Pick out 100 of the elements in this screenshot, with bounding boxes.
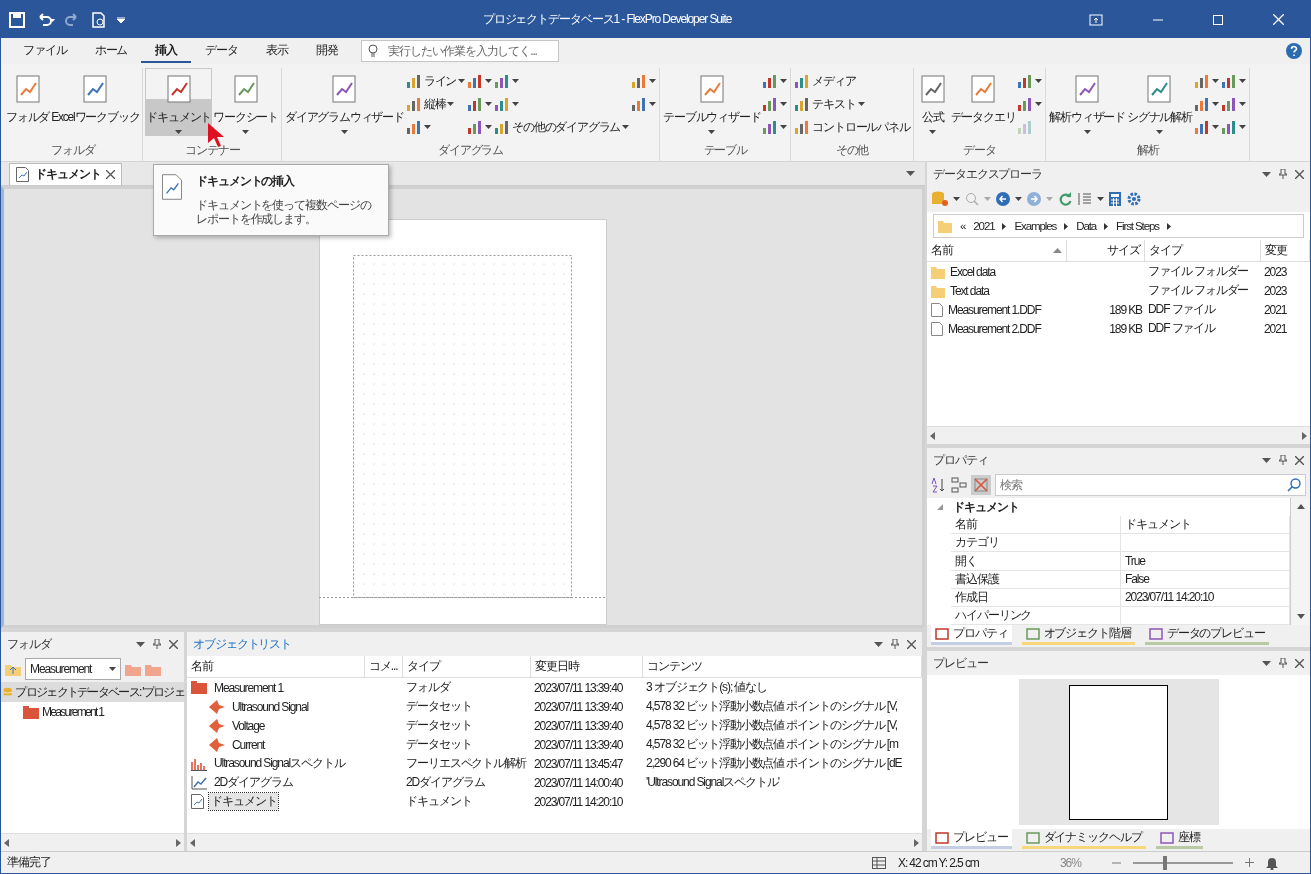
file-name[interactable]: Excel data: [950, 264, 996, 279]
pin-icon[interactable]: [1279, 658, 1287, 668]
back-icon[interactable]: [995, 191, 1011, 207]
ribbon-button[interactable]: シグナル解析: [1126, 68, 1193, 136]
dropdown-icon[interactable]: [874, 641, 883, 647]
file-name[interactable]: Measurement 2.DDF: [948, 321, 1041, 336]
close-icon[interactable]: [169, 639, 178, 649]
column-header[interactable]: 変更: [1261, 240, 1310, 262]
ribbon-button[interactable]: ワークシート: [212, 68, 279, 136]
menu-tab[interactable]: 挿入: [141, 39, 192, 63]
object-name[interactable]: Current: [230, 737, 267, 752]
pin-icon[interactable]: [1279, 455, 1287, 465]
pin-icon[interactable]: [153, 639, 161, 649]
close-icon[interactable]: [1295, 455, 1304, 465]
pane-tab[interactable]: ダイナミックヘルプ: [1021, 829, 1146, 849]
object-name[interactable]: Ultrasound Signal: [230, 699, 311, 714]
column-header[interactable]: タイプ: [403, 656, 531, 678]
ribbon-button[interactable]: ドキュメント: [145, 68, 213, 136]
search-field[interactable]: 実行したい作業を入力してく...: [361, 40, 560, 62]
pin-icon[interactable]: [1279, 169, 1287, 179]
collapse-icon[interactable]: [937, 504, 943, 511]
pane-tab[interactable]: プレビュー: [931, 829, 1012, 849]
column-header[interactable]: タイプ: [1145, 240, 1261, 262]
menu-tab[interactable]: 表示: [251, 39, 302, 63]
scroll-left-icon[interactable]: [930, 431, 935, 440]
column-header[interactable]: 変更日時: [531, 656, 643, 678]
column-header[interactable]: コメ...: [365, 656, 403, 678]
breadcrumb-item[interactable]: First Steps: [1116, 220, 1159, 232]
close-icon[interactable]: [907, 639, 916, 649]
zoom-in-icon[interactable]: [1245, 858, 1254, 867]
file-name[interactable]: Text data: [950, 283, 989, 298]
ribbon-button[interactable]: ダイアグラムウィザード: [284, 68, 405, 136]
menu-tab[interactable]: ファイル: [9, 39, 81, 63]
maximize-icon[interactable]: [1213, 14, 1223, 25]
ribbon-button[interactable]: 解析ウィザード: [1048, 68, 1127, 136]
calculator-icon[interactable]: [1108, 191, 1122, 207]
object-name[interactable]: Ultrasound Signalスペクトル: [212, 755, 347, 772]
column-header[interactable]: 名前: [927, 240, 1067, 262]
ribbon-button[interactable]: その他のダイアグラム: [493, 117, 631, 137]
dropdown-icon[interactable]: [1262, 171, 1271, 177]
search-field[interactable]: 検索: [995, 474, 1306, 496]
column-header[interactable]: コンテンツ: [643, 656, 922, 678]
hierarchy-icon[interactable]: [951, 477, 967, 493]
dropdown-icon[interactable]: [1262, 660, 1271, 666]
object-name[interactable]: Measurement 1: [212, 680, 286, 695]
ribbon-button[interactable]: テキスト: [793, 94, 911, 114]
column-header[interactable]: サイズ: [1067, 240, 1145, 262]
document-refresh-icon[interactable]: [91, 11, 107, 28]
filter-off-icon[interactable]: [971, 475, 991, 495]
pane-tab[interactable]: 座標: [1155, 829, 1204, 849]
breadcrumb-bar[interactable]: « 2021 Examples Data First Steps: [933, 214, 1304, 238]
ribbon-button[interactable]: メディア: [793, 71, 911, 91]
object-name[interactable]: ドキュメント: [209, 793, 279, 810]
ribbon-button[interactable]: フォルダ: [5, 68, 51, 136]
sort-alphabetical-icon[interactable]: [931, 477, 947, 493]
menu-tab[interactable]: 開発: [301, 39, 352, 63]
refresh-icon[interactable]: [1057, 191, 1073, 207]
scroll-up-icon[interactable]: [1296, 504, 1305, 509]
scroll-right-icon[interactable]: [176, 838, 181, 847]
close-icon[interactable]: [1295, 658, 1304, 668]
settings-icon[interactable]: [1126, 191, 1142, 207]
breadcrumb-item[interactable]: Examples: [1014, 220, 1057, 232]
ribbon-button[interactable]: Excelワークブック: [50, 68, 141, 136]
dropdown-icon[interactable]: [906, 171, 915, 176]
scroll-right-icon[interactable]: [914, 838, 919, 847]
tree-item[interactable]: プロジェクトデータベース: 'プロジェ: [1, 682, 184, 702]
object-name[interactable]: 2Dダイアグラム: [212, 774, 295, 791]
folder-up-icon[interactable]: [5, 662, 21, 676]
ribbon-button[interactable]: データクエリ: [949, 68, 1017, 136]
ribbon-button[interactable]: ライン: [404, 71, 467, 91]
pin-icon[interactable]: [891, 639, 899, 649]
scroll-left-icon[interactable]: [190, 838, 195, 847]
tree-item[interactable]: Measurement 1: [1, 702, 184, 722]
save-icon[interactable]: [9, 11, 25, 28]
ribbon-button[interactable]: コントロールパネル: [793, 117, 911, 137]
slider-thumb[interactable]: [1163, 855, 1167, 870]
ribbon-button[interactable]: 公式: [915, 68, 950, 136]
menu-tab[interactable]: データ: [191, 39, 252, 63]
help-icon[interactable]: [1286, 43, 1302, 59]
breadcrumb-item[interactable]: 2021: [973, 220, 995, 232]
document-tab[interactable]: ドキュメント: [9, 163, 123, 185]
database-icon[interactable]: [931, 191, 949, 207]
scroll-down-icon[interactable]: [1296, 614, 1305, 619]
breadcrumb-item[interactable]: Data: [1076, 220, 1097, 232]
folder-combo[interactable]: Measurement: [25, 658, 121, 680]
scroll-right-icon[interactable]: [1302, 431, 1307, 440]
ribbon-button[interactable]: 縦棒: [404, 94, 467, 114]
dropdown-icon[interactable]: [136, 641, 145, 647]
menu-tab[interactable]: ホーム: [80, 39, 142, 63]
customize-icon[interactable]: [117, 16, 125, 23]
close-icon[interactable]: [1295, 169, 1304, 179]
scroll-left-icon[interactable]: [4, 838, 9, 847]
close-icon[interactable]: [106, 170, 116, 179]
dropdown-icon[interactable]: [1262, 457, 1271, 463]
ribbon-button[interactable]: テーブルウィザード: [662, 68, 762, 136]
pane-tab[interactable]: プロパティ: [931, 625, 1012, 645]
bell-icon[interactable]: [1266, 855, 1278, 870]
column-header[interactable]: 名前: [187, 656, 365, 678]
object-name[interactable]: Voltage: [230, 718, 267, 733]
file-name[interactable]: Measurement 1.DDF: [948, 302, 1041, 317]
